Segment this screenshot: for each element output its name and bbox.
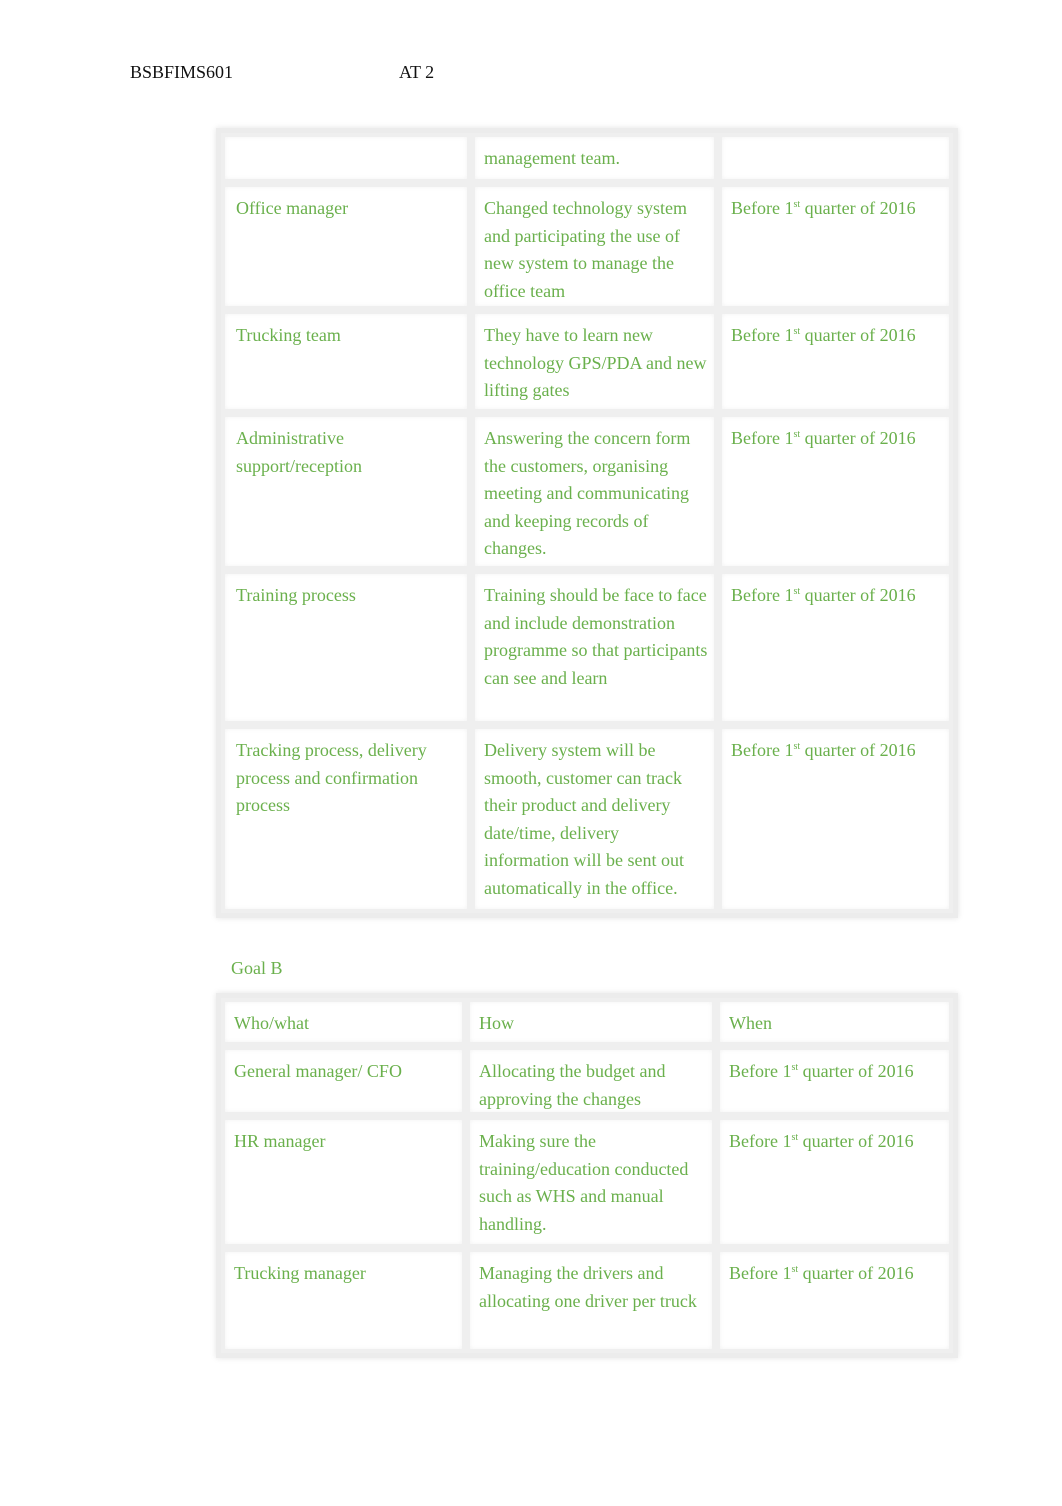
who-cell: Office manager: [221, 183, 471, 310]
header-when: When: [716, 998, 953, 1046]
when-prefix: Before 1: [729, 1131, 792, 1151]
when-cell: Before 1st quarter of 2016: [718, 570, 953, 725]
goal-b-title: Goal B: [231, 958, 283, 978]
how-cell: They have to learn new technology GPS/PD…: [471, 310, 718, 413]
when-cell: [718, 133, 953, 183]
when-suffix: quarter of 2016: [800, 585, 916, 605]
how-cell: Allocating the budget and approving the …: [466, 1046, 716, 1116]
how-cell: Answering the concern form the customers…: [471, 413, 718, 570]
how-cell: Making sure the training/education condu…: [466, 1116, 716, 1248]
when-prefix: Before 1: [729, 1263, 792, 1283]
assessment-label: AT 2: [399, 62, 435, 82]
when-prefix: Before 1: [731, 428, 794, 448]
unit-code: BSBFIMS601: [130, 62, 234, 82]
how-cell: Changed technology system and participat…: [471, 183, 718, 310]
when-cell: Before 1st quarter of 2016: [716, 1248, 953, 1353]
when-suffix: quarter of 2016: [798, 1131, 914, 1151]
who-cell: HR manager: [221, 1116, 466, 1248]
when-suffix: quarter of 2016: [800, 198, 916, 218]
how-cell: Training should be face to face and incl…: [471, 570, 718, 725]
when-prefix: Before 1: [731, 198, 794, 218]
how-cell: Delivery system will be smooth, customer…: [471, 725, 718, 913]
goal-a-table: management team. Office manager Changed te…: [216, 128, 958, 918]
when-cell: Before 1st quarter of 2016: [718, 413, 953, 570]
when-suffix: quarter of 2016: [800, 428, 916, 448]
when-prefix: Before 1: [729, 1061, 792, 1081]
how-cell: management team.: [471, 133, 718, 183]
when-suffix: quarter of 2016: [798, 1061, 914, 1081]
who-cell: General manager/ CFO: [221, 1046, 466, 1116]
when-cell: Before 1st quarter of 2016: [716, 1116, 953, 1248]
who-cell: [221, 133, 471, 183]
header-who: Who/what: [221, 998, 466, 1046]
when-cell: Before 1st quarter of 2016: [718, 725, 953, 913]
when-cell: Before 1st quarter of 2016: [716, 1046, 953, 1116]
when-prefix: Before 1: [731, 585, 794, 605]
when-suffix: quarter of 2016: [798, 1263, 914, 1283]
who-cell: Training process: [221, 570, 471, 725]
when-cell: Before 1st quarter of 2016: [718, 183, 953, 310]
goal-b-table: Who/what How When General manager/ CFO Al…: [216, 993, 958, 1358]
when-prefix: Before 1: [731, 740, 794, 760]
who-cell: Administrative support/reception: [221, 413, 471, 570]
when-suffix: quarter of 2016: [800, 325, 916, 345]
who-cell: Trucking manager: [221, 1248, 466, 1353]
who-cell: Tracking process, delivery process and c…: [221, 725, 471, 913]
document-page: BSBFIMS601 AT 2 management team. Office m…: [0, 0, 1062, 1506]
when-prefix: Before 1: [731, 325, 794, 345]
who-cell: Trucking team: [221, 310, 471, 413]
when-cell: Before 1st quarter of 2016: [718, 310, 953, 413]
how-cell: Managing the drivers and allocating one …: [466, 1248, 716, 1353]
when-suffix: quarter of 2016: [800, 740, 916, 760]
header-how: How: [466, 998, 716, 1046]
